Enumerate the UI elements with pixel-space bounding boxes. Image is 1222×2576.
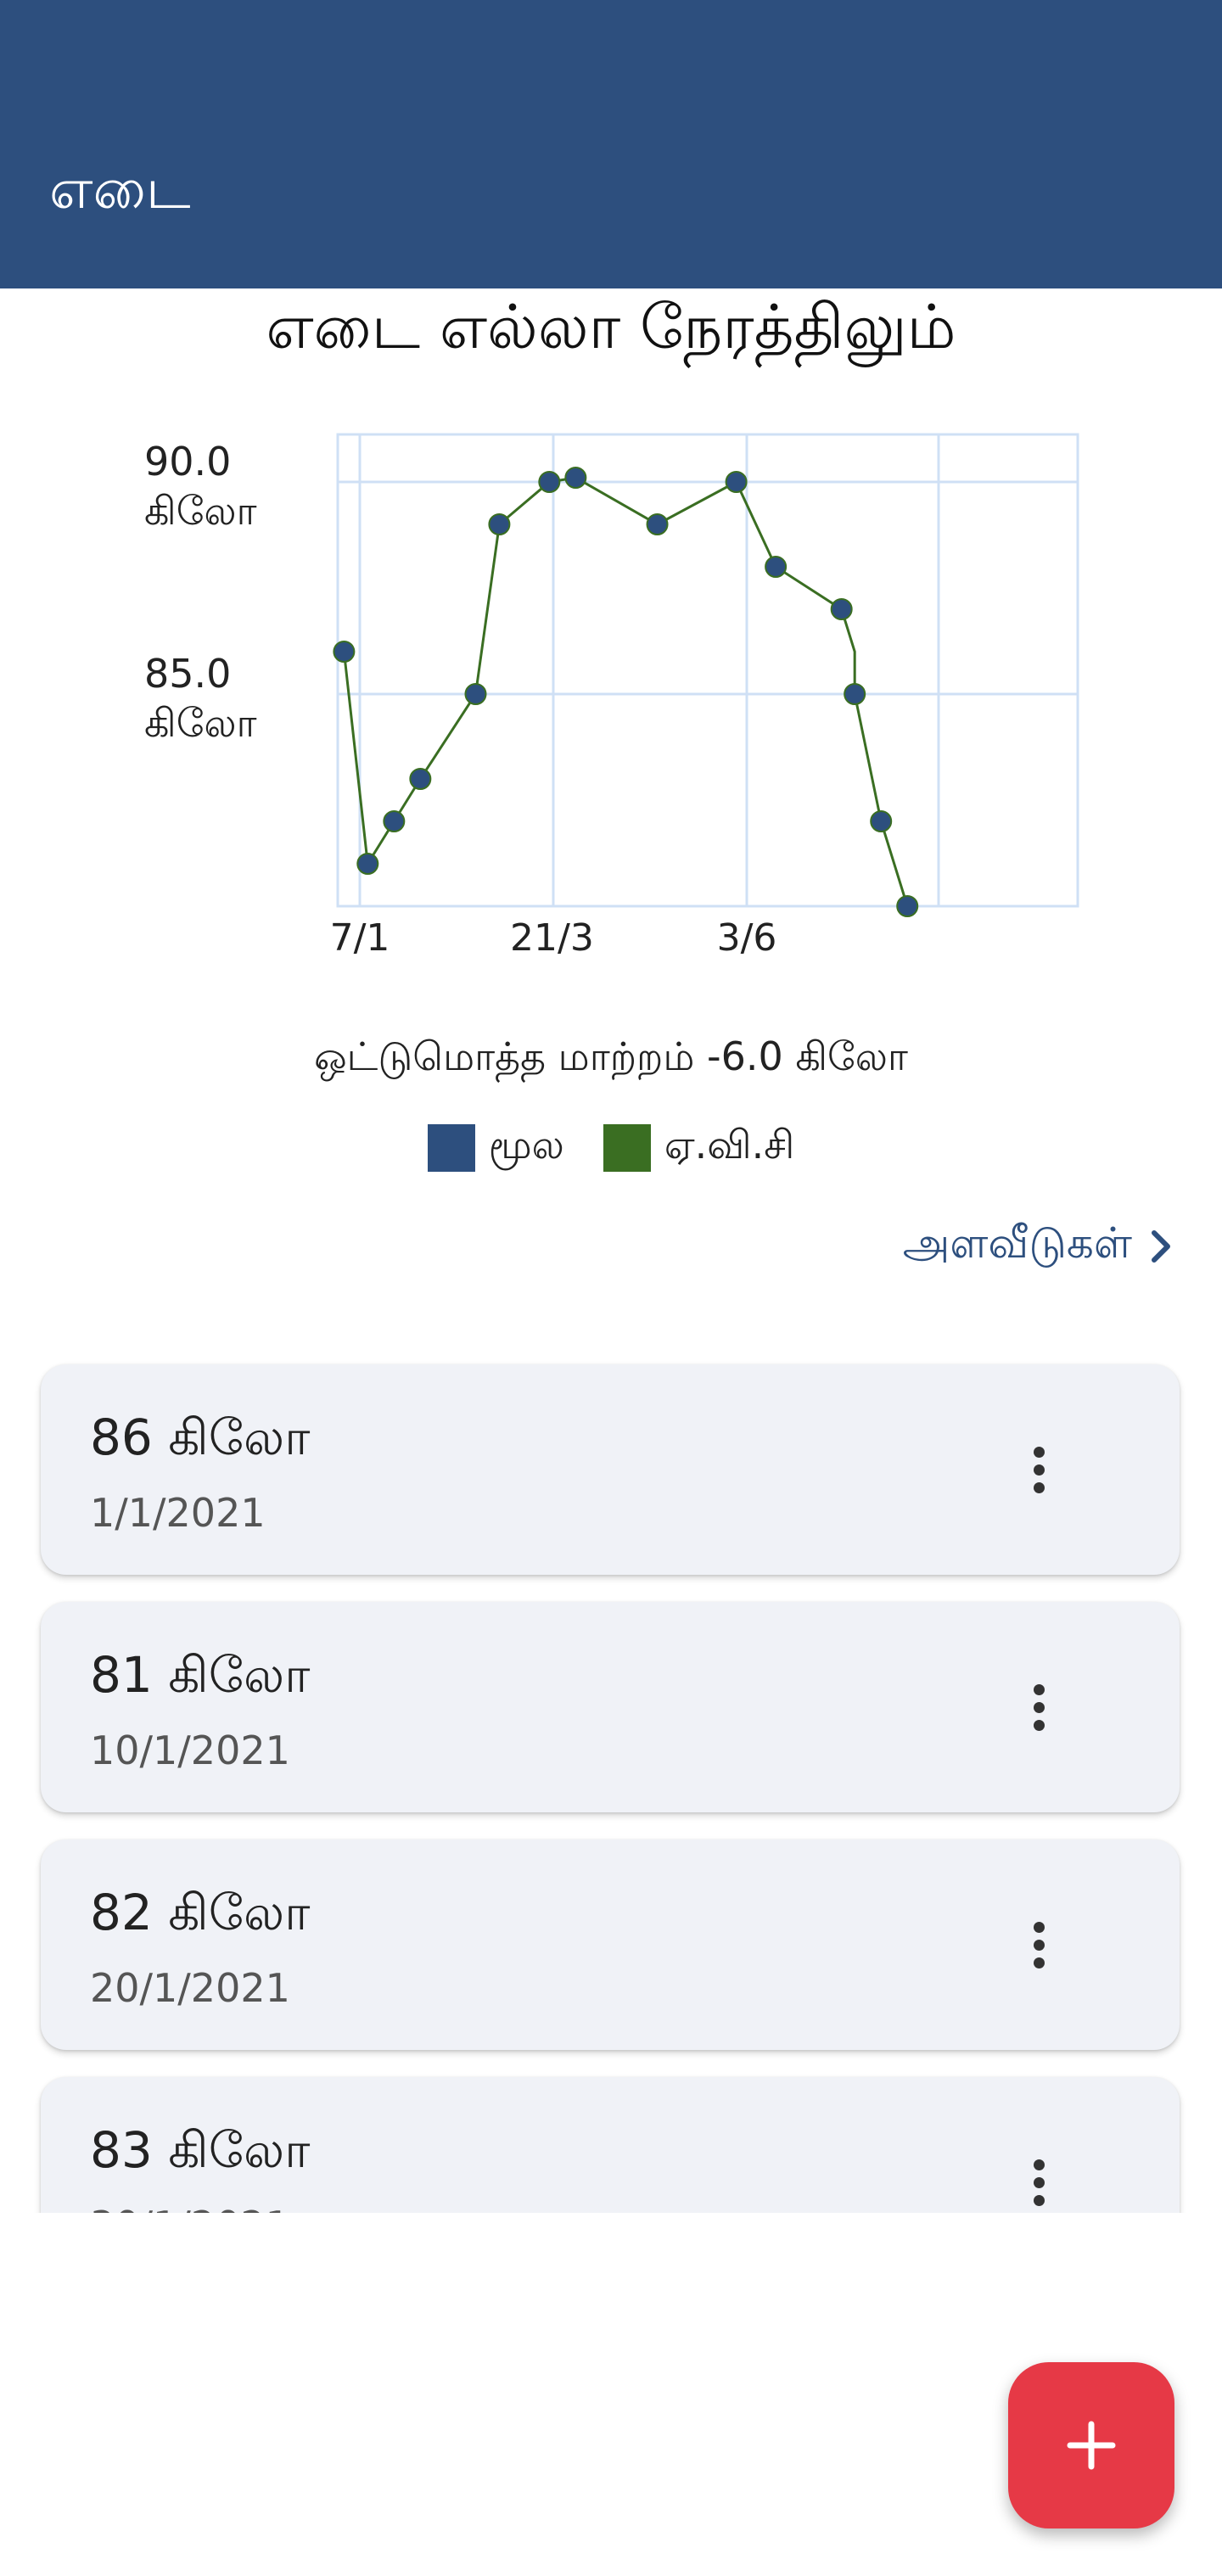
series-line-avc — [342, 476, 909, 907]
legend-label-avg: ஏ.வி.சி — [664, 1122, 795, 1168]
chart-title: எடை எல்லா நேரத்திலும் — [266, 291, 956, 362]
entry-date: 20/1/2021 — [90, 1965, 290, 2011]
legend-item-avg: ஏ.வி.சி — [603, 1122, 794, 1173]
x-tick-label: 3/6 — [717, 916, 777, 960]
data-point-raw — [333, 641, 356, 663]
legend-swatch-raw — [427, 1123, 475, 1172]
chart-legend: மூல ஏ.வி.சி — [0, 1122, 1222, 1173]
entry-card[interactable]: 82 கிலோ 20/1/2021 — [41, 1840, 1180, 2050]
weight-chart: 85.0கிலோ90.0கிலோ7/1 21/3 3/6 — [144, 433, 1079, 960]
entry-weight: 83 கிலோ — [90, 2121, 311, 2179]
data-point-raw — [356, 853, 379, 875]
entry-date: 1/1/2021 — [90, 1490, 266, 1536]
more-vert-icon[interactable] — [1013, 2157, 1064, 2208]
app-bar-title: எடை — [49, 156, 191, 221]
entry-date: 10/1/2021 — [90, 1728, 290, 1773]
x-tick-label: 21/3 — [510, 916, 594, 960]
overall-change-text: ஒட்டுமொத்த மாற்றம் -6.0 கிலோ — [314, 1033, 908, 1079]
data-point-raw — [870, 810, 893, 832]
y-tick-label: 90.0 — [144, 439, 231, 484]
entry-card[interactable]: 83 கிலோ 30/1/2021 — [41, 2077, 1180, 2213]
entry-weight: 82 கிலோ — [90, 1884, 311, 1941]
data-point-raw — [564, 467, 587, 489]
data-point-raw — [383, 810, 406, 832]
measurements-link[interactable]: அளவீடுகள் — [903, 1218, 1173, 1274]
legend-label-raw: மூல — [488, 1122, 564, 1168]
entry-weight: 86 கிலோ — [90, 1408, 311, 1466]
more-vert-icon[interactable] — [1013, 1919, 1064, 1970]
entry-card[interactable]: 86 கிலோ 1/1/2021 — [41, 1364, 1180, 1575]
plus-icon — [1067, 2421, 1116, 2470]
entry-list: 86 கிலோ 1/1/2021 81 கிலோ 10/1/2021 82 கி… — [0, 1349, 1222, 2213]
legend-swatch-avg — [603, 1123, 651, 1172]
plot-area — [336, 433, 1079, 908]
data-point-raw — [830, 598, 853, 620]
entry-weight: 81 கிலோ — [90, 1646, 311, 1704]
data-point-raw — [409, 768, 432, 790]
legend-item-raw: மூல — [427, 1122, 564, 1173]
more-vert-icon[interactable] — [1013, 1682, 1064, 1733]
entry-date: 30/1/2021 — [90, 2203, 290, 2213]
y-tick-unit: கிலோ — [144, 700, 257, 746]
x-tick-label: 7/1 — [330, 916, 390, 960]
data-point-raw — [464, 683, 487, 705]
data-point-raw — [896, 895, 919, 917]
add-entry-button[interactable] — [1008, 2362, 1174, 2528]
y-tick-label: 85.0 — [144, 651, 231, 697]
more-vert-icon[interactable] — [1013, 1444, 1064, 1495]
data-point-raw — [538, 471, 561, 493]
data-point-raw — [488, 513, 511, 535]
data-point-raw — [725, 471, 748, 493]
app-bar: எடை — [0, 0, 1222, 288]
data-point-raw — [844, 683, 866, 705]
data-point-raw — [646, 513, 669, 535]
y-tick-unit: கிலோ — [144, 488, 257, 534]
measurements-link-label: அளவீடுகள் — [902, 1218, 1132, 1268]
data-point-raw — [765, 556, 788, 578]
chevron-right-icon — [1152, 1229, 1170, 1263]
entry-card[interactable]: 81 கிலோ 10/1/2021 — [41, 1602, 1180, 1812]
